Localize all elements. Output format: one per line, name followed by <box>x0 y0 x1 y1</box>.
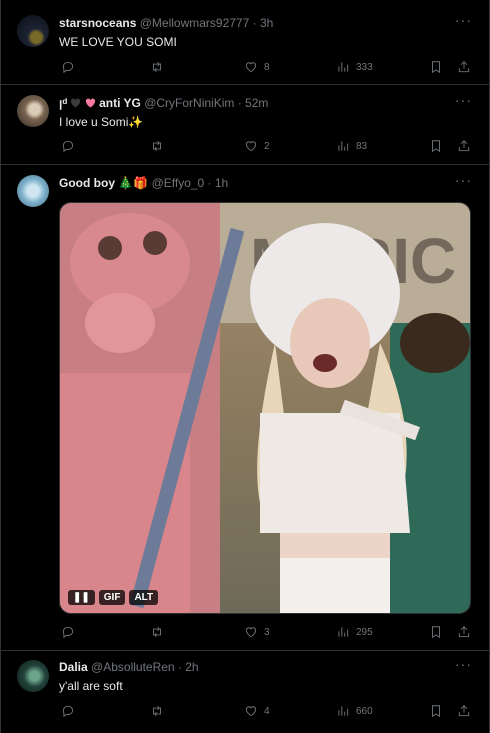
reply-button[interactable] <box>61 138 75 154</box>
bookmark-button[interactable] <box>429 703 443 719</box>
tweet[interactable]: starsnoceans @Mellowmars92777 · 3h ··· W… <box>1 0 489 85</box>
retweet-button[interactable] <box>150 624 164 640</box>
action-bar: 4 660 <box>59 703 473 719</box>
more-icon[interactable]: ··· <box>455 93 471 108</box>
views-button[interactable]: 295 <box>336 624 373 640</box>
like-count: 8 <box>264 61 270 73</box>
avatar[interactable] <box>17 15 49 47</box>
display-name[interactable]: ꞁᵈ anti YG <box>59 96 144 110</box>
bookmark-icon <box>432 626 440 639</box>
views-icon <box>338 62 349 72</box>
retweet-button[interactable] <box>150 59 164 75</box>
pink-heart-icon <box>85 97 96 111</box>
views-button[interactable]: 83 <box>336 138 367 154</box>
retweet-button[interactable] <box>150 703 164 719</box>
gif-media[interactable]: MERIC ❚❚ GIF ALT <box>59 202 471 614</box>
more-icon[interactable]: ··· <box>455 173 471 188</box>
share-button[interactable] <box>457 59 471 75</box>
name-suffix: anti YG <box>99 96 141 110</box>
bookmark-button[interactable] <box>429 59 443 75</box>
more-icon[interactable]: ··· <box>455 657 471 672</box>
like-button[interactable]: 2 <box>244 138 270 154</box>
display-name[interactable]: Good boy 🎄🎁 <box>59 176 148 190</box>
gif-badge: GIF <box>98 590 126 605</box>
like-button[interactable]: 3 <box>244 624 270 640</box>
like-icon <box>245 706 257 717</box>
share-button[interactable] <box>457 703 471 719</box>
like-count: 3 <box>264 626 270 638</box>
reply-icon <box>62 705 74 718</box>
share-icon <box>458 705 470 717</box>
gif-image: MERIC <box>60 203 470 613</box>
reply-button[interactable] <box>61 624 75 640</box>
tweet-text: WE LOVE YOU SOMI <box>59 35 177 49</box>
like-button[interactable]: 8 <box>244 59 270 75</box>
views-icon <box>338 706 349 716</box>
tweet[interactable]: ꞁᵈ anti YG @CryForNiniKim · 52m ··· I lo… <box>1 85 489 165</box>
handle-and-time[interactable]: @Mellowmars92777 · 3h <box>140 16 274 30</box>
handle-and-time[interactable]: @CryForNiniKim · 52m <box>144 96 268 110</box>
share-icon <box>458 140 470 152</box>
reply-icon <box>62 61 74 74</box>
avatar[interactable] <box>17 95 49 127</box>
view-count: 295 <box>356 626 373 638</box>
view-count: 333 <box>356 61 373 73</box>
share-button[interactable] <box>457 138 471 154</box>
like-icon <box>245 141 257 152</box>
like-count: 4 <box>264 705 270 717</box>
more-icon[interactable]: ··· <box>455 13 471 28</box>
reply-icon <box>62 626 74 639</box>
reply-button[interactable] <box>61 703 75 719</box>
tweet-header: Dalia @AbsolluteRen · 2h <box>59 660 429 674</box>
bookmark-icon <box>432 705 440 718</box>
tweet-header: Good boy 🎄🎁 @Effyo_0 · 1h <box>59 176 429 190</box>
reply-button[interactable] <box>61 59 75 75</box>
avatar[interactable] <box>17 660 49 692</box>
share-icon <box>458 626 470 638</box>
handle-and-time[interactable]: @AbsolluteRen · 2h <box>91 660 199 674</box>
tweet[interactable]: Dalia @AbsolluteRen · 2h ··· y'all are s… <box>1 651 489 733</box>
display-name[interactable]: starsnoceans <box>59 16 136 30</box>
tweet-text: y'all are soft <box>59 679 123 693</box>
black-heart-icon <box>70 97 81 111</box>
tweet-header: ꞁᵈ anti YG @CryForNiniKim · 52m <box>59 96 429 111</box>
bookmark-icon <box>432 140 440 153</box>
views-icon <box>338 627 349 637</box>
retweet-icon <box>153 706 161 716</box>
pause-button[interactable]: ❚❚ <box>68 590 95 605</box>
retweet-icon <box>153 141 161 151</box>
avatar[interactable] <box>17 175 49 207</box>
share-icon <box>458 61 470 73</box>
views-button[interactable]: 660 <box>336 703 373 719</box>
like-icon <box>245 627 257 638</box>
action-bar: 2 83 <box>59 138 473 154</box>
views-button[interactable]: 333 <box>336 59 373 75</box>
views-icon <box>338 141 349 151</box>
like-count: 2 <box>264 140 270 152</box>
gif-badges: ❚❚ GIF ALT <box>68 590 159 605</box>
bookmark-button[interactable] <box>429 138 443 154</box>
retweet-icon <box>153 627 161 637</box>
reply-icon <box>62 140 74 153</box>
retweet-icon <box>153 62 161 72</box>
action-bar: 3 295 <box>59 624 473 640</box>
like-button[interactable]: 4 <box>244 703 270 719</box>
bookmark-button[interactable] <box>429 624 443 640</box>
bookmark-icon <box>432 61 440 74</box>
like-icon <box>245 62 257 73</box>
view-count: 660 <box>356 705 373 717</box>
share-button[interactable] <box>457 624 471 640</box>
display-name[interactable]: Dalia <box>59 660 88 674</box>
alt-badge[interactable]: ALT <box>129 590 159 605</box>
retweet-button[interactable] <box>150 138 164 154</box>
name-prefix: ꞁᵈ <box>59 96 68 110</box>
view-count: 83 <box>356 140 368 152</box>
handle-and-time[interactable]: @Effyo_0 · 1h <box>152 176 229 190</box>
action-bar: 8 333 <box>59 59 473 75</box>
tweet-header: starsnoceans @Mellowmars92777 · 3h <box>59 16 429 30</box>
tweet-text: I love u Somi✨ <box>59 115 144 129</box>
